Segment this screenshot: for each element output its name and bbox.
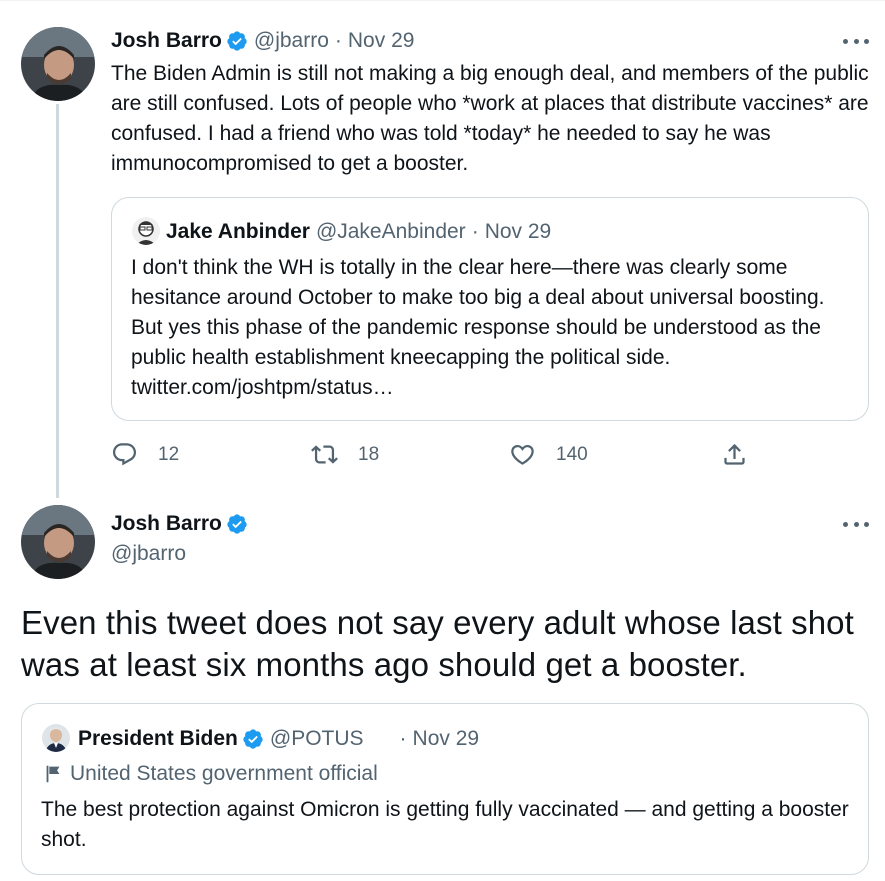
quoted-author-name: President Biden	[78, 727, 238, 750]
author-name[interactable]: Josh Barro	[111, 28, 222, 54]
quoted-avatar	[132, 217, 160, 245]
gov-official-label: United States government official	[42, 761, 378, 787]
more-options-icon[interactable]	[843, 519, 869, 529]
like-count: 140	[556, 443, 588, 465]
author-handle[interactable]: @jbarro	[111, 541, 186, 567]
quoted-author-handle: @JakeAnbinder	[315, 220, 466, 243]
retweet-button[interactable]: 18	[311, 441, 379, 468]
more-options-icon[interactable]	[843, 36, 869, 46]
thread-connector-line	[56, 104, 59, 498]
reply-button[interactable]: 12	[111, 441, 179, 468]
quoted-tweet-date: Nov 29	[484, 220, 552, 243]
quoted-tweet-card[interactable]: President Biden @POTUS · Nov 29 United S…	[21, 703, 869, 875]
avatar[interactable]	[21, 27, 95, 101]
tweet-header: Josh Barro @jbarro · Nov 29	[111, 28, 414, 54]
gov-official-label-text: United States government official	[70, 762, 378, 785]
heart-icon	[511, 444, 534, 465]
reply-count: 12	[158, 443, 180, 465]
tweet-text: Even this tweet does not say every adult…	[21, 604, 854, 683]
tweet-text: The Biden Admin is still not making a bi…	[111, 62, 869, 175]
quoted-tweet-text: I don't think the WH is totally in the c…	[131, 256, 825, 399]
retweet-icon	[311, 445, 338, 464]
reply-icon	[112, 443, 137, 466]
quoted-tweet-header: Jake Anbinder @JakeAnbinder · Nov 29	[166, 219, 551, 245]
quoted-tweet-date: Nov 29	[412, 727, 480, 750]
retweet-count: 18	[358, 443, 380, 465]
tweet-header: Josh Barro	[111, 511, 248, 537]
author-handle[interactable]: @jbarro	[254, 28, 329, 54]
separator-dot: ·	[471, 220, 479, 243]
quoted-tweet-header: President Biden @POTUS · Nov 29	[78, 726, 479, 752]
verified-badge-icon	[242, 728, 264, 750]
top-divider	[0, 0, 885, 1]
avatar[interactable]	[21, 505, 95, 579]
quoted-author-name: Jake Anbinder	[166, 220, 310, 243]
separator-dot: ·	[334, 29, 342, 52]
flag-icon	[42, 763, 64, 785]
verified-badge-icon	[226, 30, 248, 52]
quoted-tweet-card[interactable]: Jake Anbinder @JakeAnbinder · Nov 29 I d…	[111, 197, 869, 421]
quoted-author-handle: @POTUS	[269, 727, 364, 750]
author-handle-row: @jbarro	[111, 541, 186, 567]
verified-badge-icon	[226, 513, 248, 535]
quoted-avatar	[42, 724, 70, 752]
tweet-date[interactable]: Nov 29	[348, 28, 415, 54]
quoted-tweet-text: The best protection against Omicron is g…	[41, 798, 849, 851]
author-name[interactable]: Josh Barro	[111, 511, 222, 537]
share-icon	[724, 443, 745, 465]
separator-dot: ·	[399, 727, 407, 750]
share-button[interactable]	[721, 441, 748, 468]
like-button[interactable]: 140	[509, 441, 588, 468]
